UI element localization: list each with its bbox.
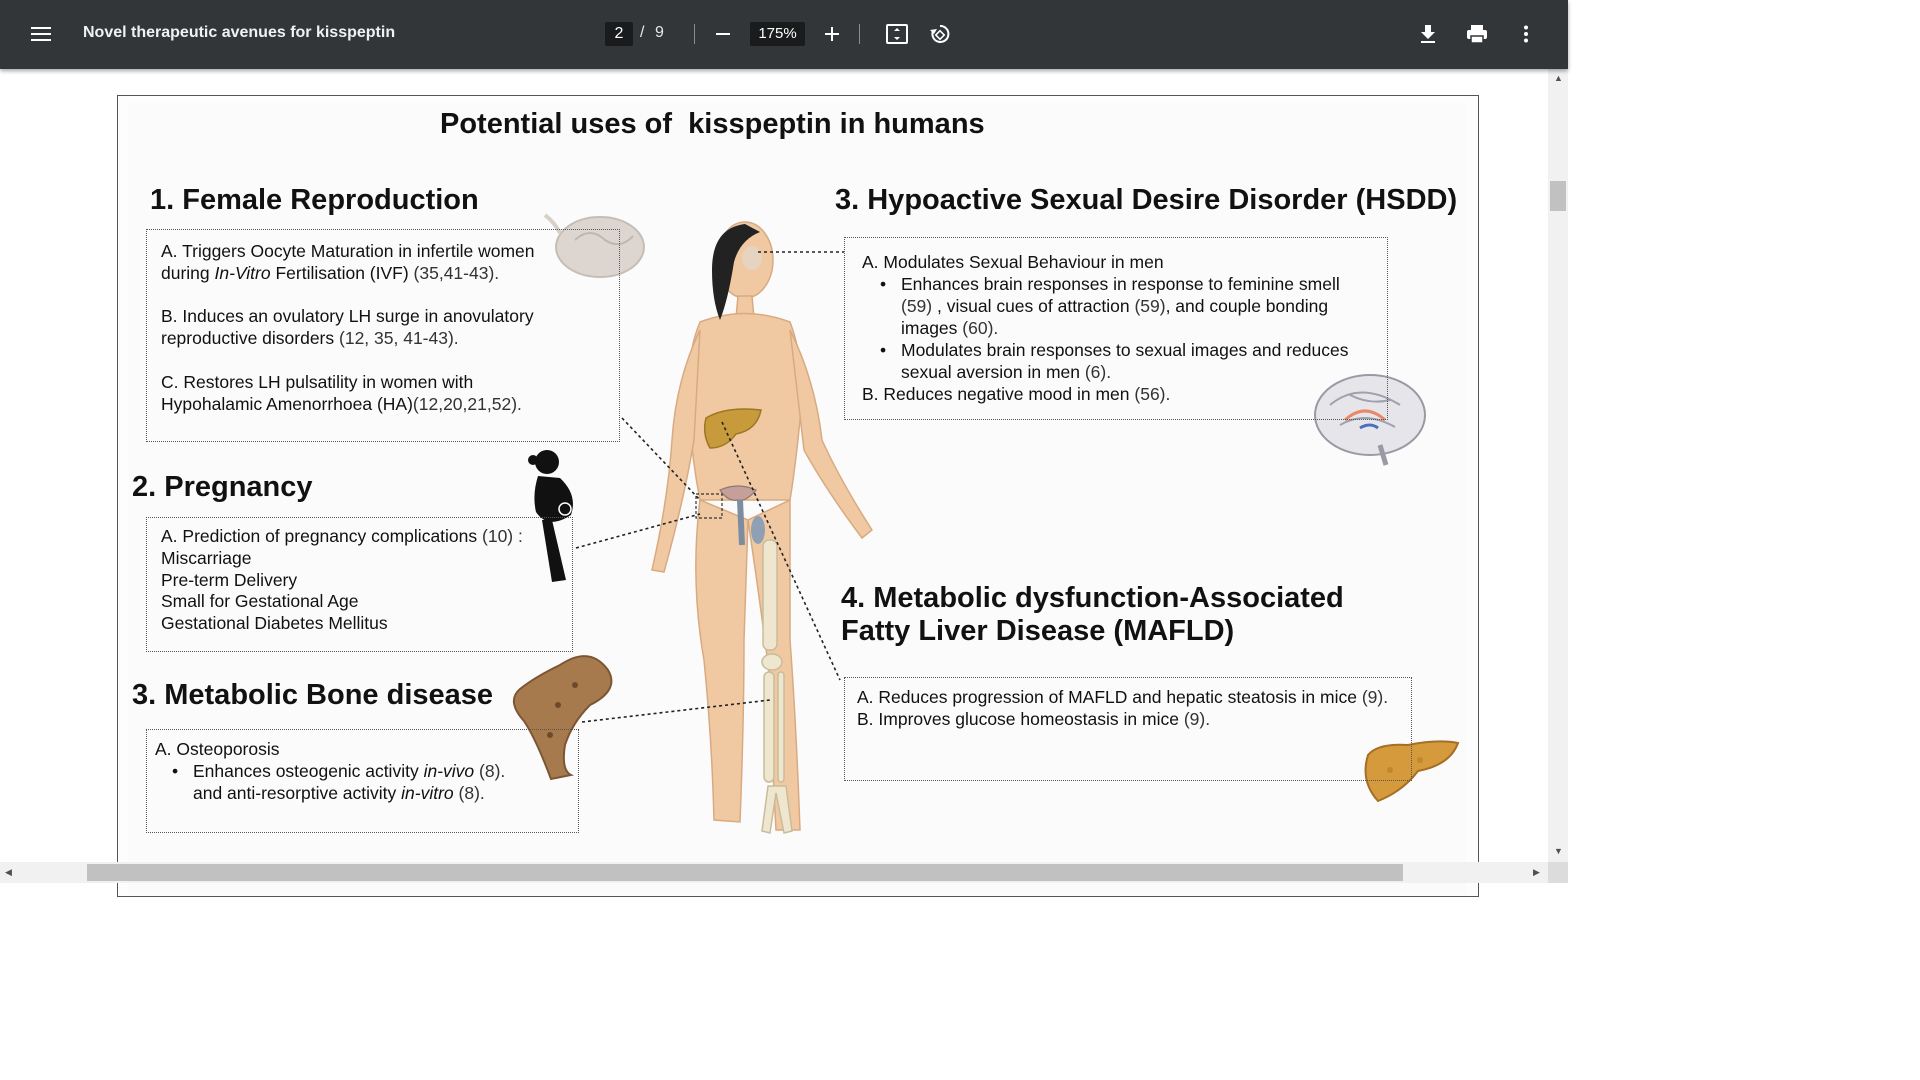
hsdd-item2-line2: sexual aversion in men (6). bbox=[901, 361, 1111, 383]
total-pages: 9 bbox=[655, 24, 664, 41]
menu-icon bbox=[31, 27, 51, 41]
document-title: Novel therapeutic avenues for kisspeptin bbox=[83, 24, 396, 41]
text: Enhances osteogenic activity bbox=[193, 761, 424, 781]
female-repro-a-line2: during In-Vitro Fertilisation (IVF) (35,… bbox=[161, 262, 499, 284]
pregnancy-item: Miscarriage bbox=[161, 548, 252, 568]
pregnancy-item: Gestational Diabetes Mellitus bbox=[161, 613, 388, 633]
section-mafld-heading-line2: Fatty Liver Disease (MAFLD) bbox=[841, 615, 1235, 647]
bone-a: A. Osteoporosis bbox=[155, 739, 280, 759]
citation: (8). bbox=[474, 761, 506, 781]
print-button[interactable] bbox=[1462, 20, 1492, 48]
citation: (9). bbox=[1356, 687, 1389, 707]
text: reproductive disorders bbox=[161, 328, 335, 348]
text: in-vivo bbox=[423, 761, 475, 781]
section-pregnancy-heading: 2. Pregnancy bbox=[132, 471, 313, 503]
page-number-input[interactable]: 2 bbox=[605, 22, 633, 46]
citation: (12,20,21,52). bbox=[412, 394, 522, 414]
hsdd-b: B. Reduces negative mood in men (56). bbox=[862, 383, 1170, 405]
text: in-vitro bbox=[401, 783, 454, 803]
citation: (6). bbox=[1079, 362, 1112, 382]
section-female-reproduction-heading: 1. Female Reproduction bbox=[150, 184, 479, 216]
zoom-out-button[interactable] bbox=[709, 20, 737, 48]
zoom-level-input[interactable]: 175% bbox=[750, 22, 805, 46]
section-bone-heading: 3. Metabolic Bone disease bbox=[132, 679, 494, 711]
hsdd-item1-line2: (59) , visual cues of attraction (59), a… bbox=[901, 295, 1328, 317]
print-icon bbox=[1467, 25, 1487, 44]
citation: (60). bbox=[957, 318, 999, 338]
page-separator: / bbox=[640, 24, 645, 41]
citation: (9). bbox=[1178, 709, 1211, 729]
pregnancy-item: Pre-term Delivery bbox=[161, 570, 298, 590]
text: , visual cues of attraction bbox=[932, 296, 1135, 316]
hsdd-item1-line1: Enhances brain responses in response to … bbox=[880, 273, 1340, 295]
text: Fertilisation (IVF) bbox=[270, 263, 409, 283]
zoom-out-icon bbox=[716, 33, 730, 35]
zoom-in-icon bbox=[825, 27, 839, 41]
citation: (10) : bbox=[477, 526, 523, 546]
fit-page-button[interactable] bbox=[882, 20, 912, 48]
scroll-down-arrow-icon[interactable]: ▼ bbox=[1554, 846, 1563, 856]
text: A. Reduces progression of MAFLD and hepa… bbox=[857, 687, 1357, 707]
citation: (56). bbox=[1129, 384, 1171, 404]
text: sexual aversion in men bbox=[901, 362, 1080, 382]
hsdd-item1-line3: images (60). bbox=[901, 317, 998, 339]
toolbar-divider bbox=[859, 24, 860, 44]
section-mafld-heading-line1: 4. Metabolic dysfunction-Associated bbox=[841, 582, 1344, 614]
female-repro-b-line1: B. Induces an ovulatory LH surge in anov… bbox=[161, 306, 534, 326]
text: B. Improves glucose homeostasis in mice bbox=[857, 709, 1179, 729]
female-repro-c-line1: C. Restores LH pulsatility in women with bbox=[161, 372, 474, 392]
mafld-b: B. Improves glucose homeostasis in mice … bbox=[857, 708, 1210, 730]
text: Hypohalamic Amenorrhoea (HA) bbox=[161, 394, 413, 414]
text: during bbox=[161, 263, 215, 283]
female-repro-b-line2: reproductive disorders (12, 35, 41-43). bbox=[161, 327, 459, 349]
download-button[interactable] bbox=[1414, 20, 1442, 48]
bone-b-line1: Enhances osteogenic activity in-vivo (8)… bbox=[172, 760, 506, 782]
mafld-a: A. Reduces progression of MAFLD and hepa… bbox=[857, 686, 1388, 708]
pdf-toolbar: Novel therapeutic avenues for kisspeptin… bbox=[0, 0, 1568, 69]
section-hsdd-heading: 3. Hypoactive Sexual Desire Disorder (HS… bbox=[835, 184, 1458, 216]
bone-b-line2: and anti-resorptive activity in-vitro (8… bbox=[193, 782, 485, 804]
vertical-scroll-thumb[interactable] bbox=[1550, 181, 1566, 211]
scroll-right-arrow-icon[interactable]: ▶ bbox=[1533, 867, 1540, 878]
text: images bbox=[901, 318, 958, 338]
scrollbar-corner bbox=[1548, 862, 1568, 883]
fit-page-icon bbox=[886, 24, 908, 44]
citation: (59) bbox=[1134, 296, 1166, 316]
text: B. Reduces negative mood in men bbox=[862, 384, 1130, 404]
pregnancy-item: Small for Gestational Age bbox=[161, 591, 359, 611]
more-actions-button[interactable] bbox=[1513, 20, 1539, 48]
figure-title: Potential uses of kisspeptin in humans bbox=[440, 108, 985, 140]
text: , and couple bonding bbox=[1165, 296, 1329, 316]
hsdd-item2-line1: Modulates brain responses to sexual imag… bbox=[880, 339, 1349, 361]
hsdd-a: A. Modulates Sexual Behaviour in men bbox=[862, 252, 1164, 272]
toolbar-divider bbox=[694, 24, 695, 44]
zoom-in-button[interactable] bbox=[818, 20, 846, 48]
citation: (59) bbox=[901, 296, 933, 316]
scroll-up-arrow-icon[interactable]: ▲ bbox=[1554, 73, 1563, 83]
female-repro-a-line1: A. Triggers Oocyte Maturation in inferti… bbox=[161, 241, 535, 261]
female-repro-c-line2: Hypohalamic Amenorrhoea (HA)(12,20,21,52… bbox=[161, 393, 522, 415]
scroll-left-arrow-icon[interactable]: ◀ bbox=[5, 867, 12, 878]
rotate-icon bbox=[930, 24, 950, 43]
text: In-Vitro bbox=[214, 263, 271, 283]
text: A. Prediction of pregnancy complications bbox=[161, 526, 478, 546]
citation: (12, 35, 41-43). bbox=[334, 328, 459, 348]
text: and anti-resorptive activity bbox=[193, 783, 402, 803]
more-icon bbox=[1524, 25, 1528, 43]
horizontal-scroll-thumb[interactable] bbox=[87, 864, 1403, 881]
pregnancy-a: A. Prediction of pregnancy complications… bbox=[161, 525, 523, 547]
menu-button[interactable] bbox=[26, 20, 56, 48]
citation: (8). bbox=[453, 783, 485, 803]
download-icon bbox=[1421, 25, 1435, 43]
rotate-button[interactable] bbox=[925, 20, 955, 48]
citation: (35,41-43). bbox=[408, 263, 500, 283]
